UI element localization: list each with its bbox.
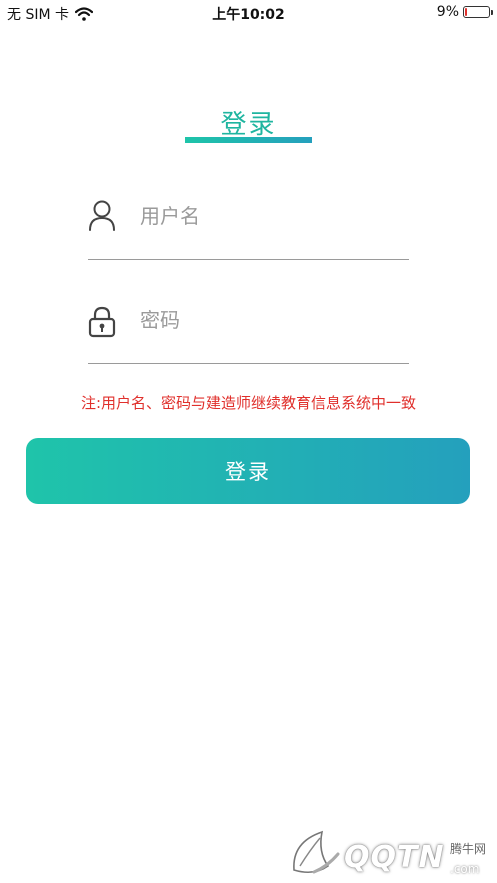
title-underline bbox=[185, 137, 312, 143]
status-time: 上午10:02 bbox=[212, 7, 285, 23]
watermark-cn-name: 腾牛网 bbox=[450, 842, 487, 856]
leaf-logo-icon bbox=[293, 830, 340, 874]
username-field bbox=[88, 190, 409, 260]
status-right: 9% bbox=[436, 4, 493, 20]
user-icon bbox=[89, 200, 115, 231]
watermark-suffix: .com bbox=[450, 862, 480, 876]
watermark-brand: QQTN bbox=[344, 840, 445, 875]
password-field bbox=[88, 294, 409, 364]
page-title: 登录 bbox=[220, 110, 277, 140]
battery-icon bbox=[463, 6, 493, 18]
battery-percent: 9% bbox=[436, 4, 459, 20]
login-button[interactable]: 登录 bbox=[26, 438, 470, 504]
watermark: QQTN 腾牛网 .com bbox=[286, 818, 494, 880]
battery-fill bbox=[465, 8, 467, 16]
status-bar: 无 SIM 卡 上午10:02 9% bbox=[0, 0, 497, 26]
password-input[interactable] bbox=[140, 302, 400, 338]
lock-icon bbox=[88, 306, 116, 338]
username-input[interactable] bbox=[140, 198, 400, 234]
credentials-notice: 注:用户名、密码与建造师继续教育信息系统中一致 bbox=[80, 394, 417, 412]
